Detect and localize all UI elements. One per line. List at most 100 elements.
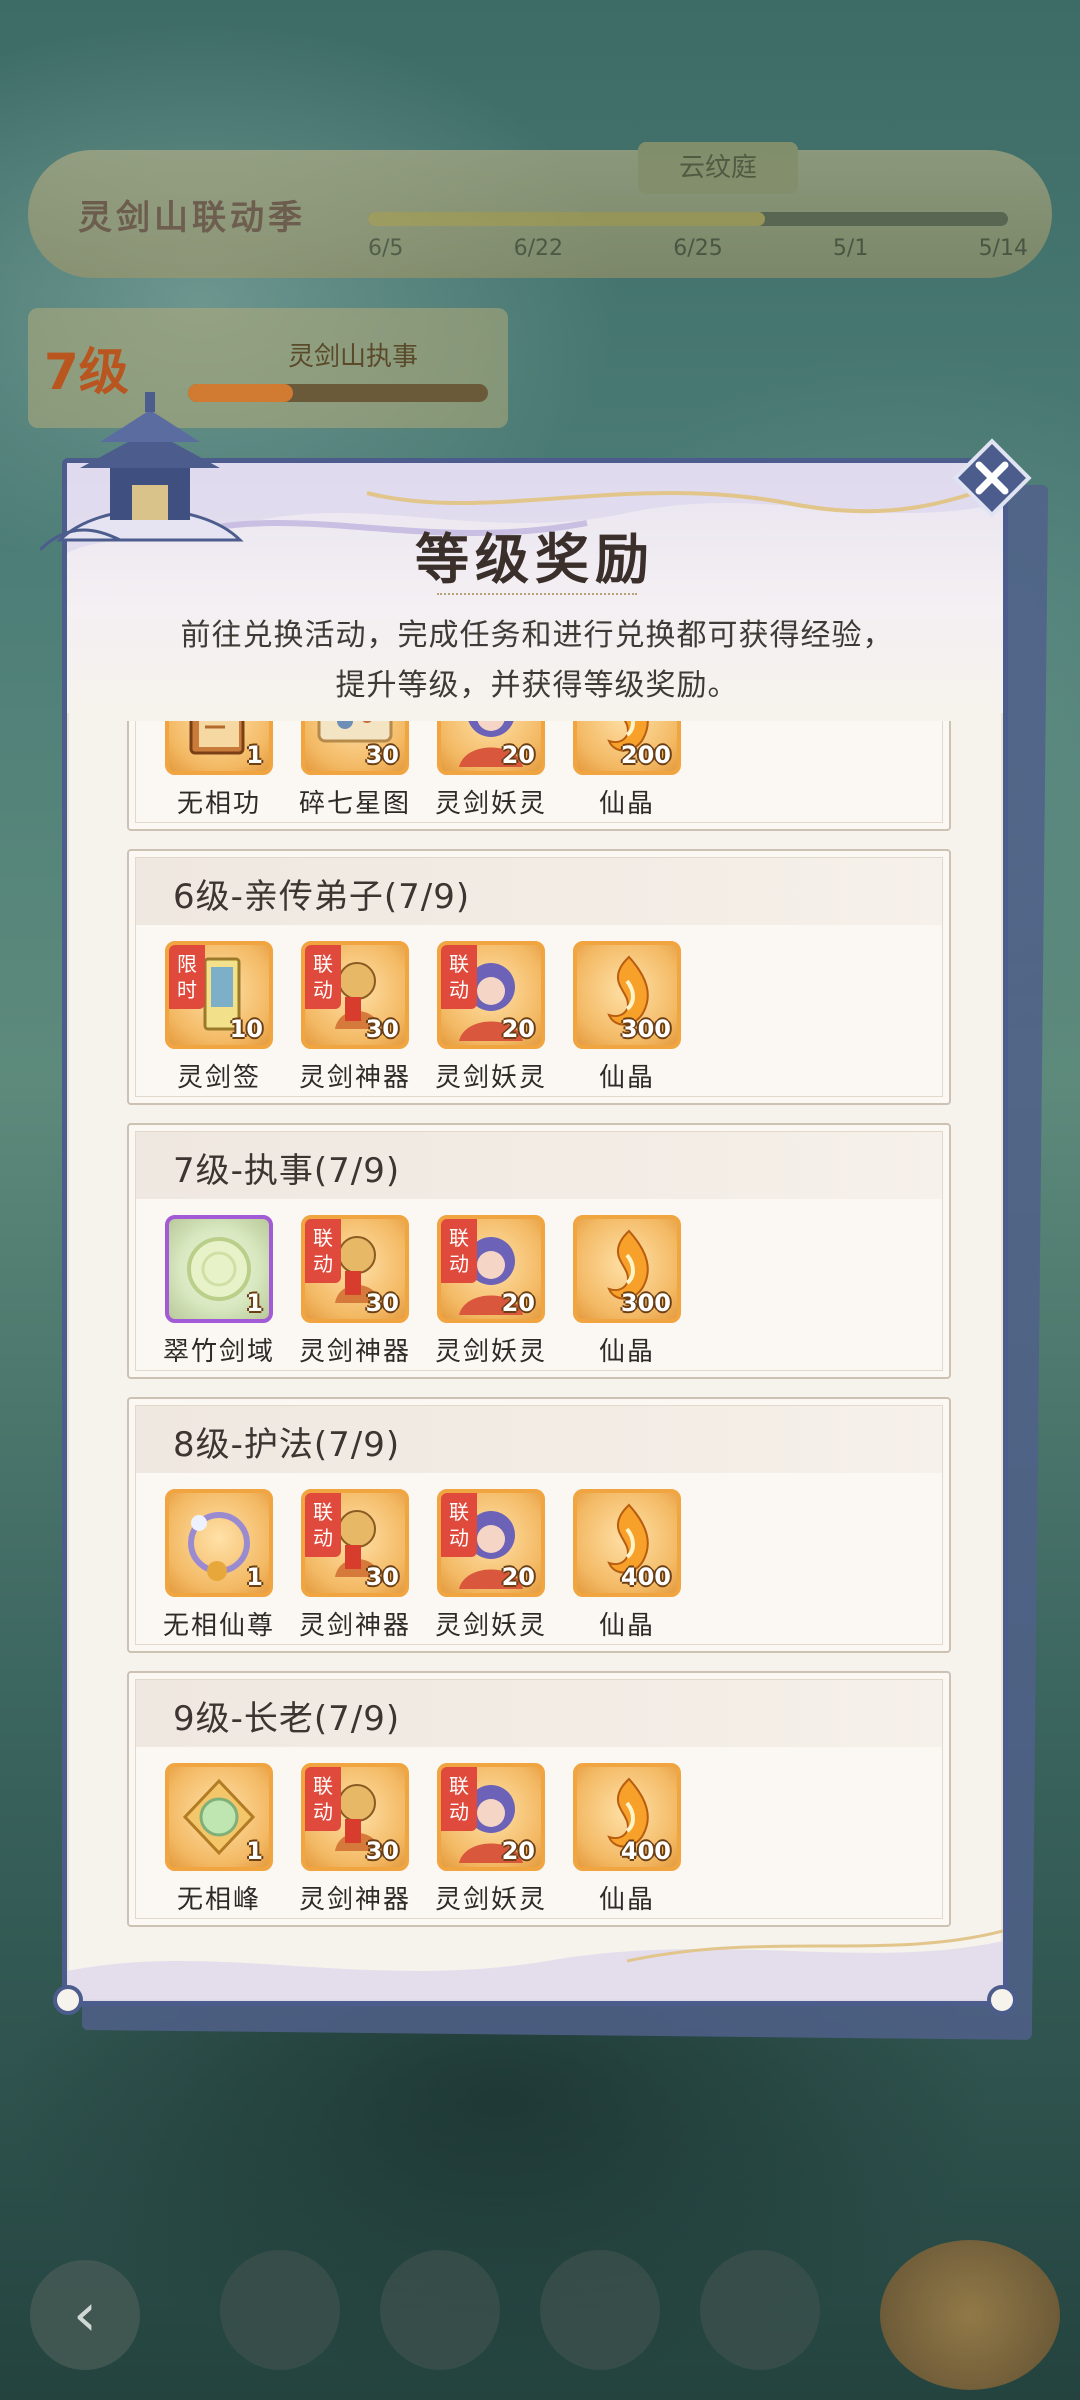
tier-header: 7级-执事(7/9) xyxy=(135,1131,943,1199)
item-quantity: 1 xyxy=(246,1563,263,1591)
tag-badge: 联动 xyxy=(441,1219,477,1283)
reward-item[interactable]: 300 仙晶 xyxy=(573,941,681,1094)
item-quantity: 10 xyxy=(229,1015,263,1043)
item-name: 无相功 xyxy=(176,789,261,819)
tag-badge: 联动 xyxy=(441,945,477,1009)
talisman-icon[interactable]: 限时 10 xyxy=(165,941,273,1049)
tag-badge: 联动 xyxy=(305,1219,341,1283)
reward-item[interactable]: 1 无相峰 xyxy=(165,1763,273,1916)
tick-label: 6/22 xyxy=(513,236,564,261)
bottom-nav: ‹ xyxy=(0,2230,1080,2400)
reward-item[interactable]: 联动 30 灵剑神器 xyxy=(299,1215,409,1368)
bottom-wave-decoration xyxy=(67,1929,1003,2001)
reward-item[interactable]: 联动 30 灵剑神器 xyxy=(299,1763,409,1916)
item-quantity: 30 xyxy=(365,1563,399,1591)
item-quantity: 20 xyxy=(501,1015,535,1043)
item-name: 无相仙尊 xyxy=(162,1611,275,1641)
flame-crystal-icon[interactable]: 300 xyxy=(573,1215,681,1323)
item-name: 碎七星图 xyxy=(298,789,411,819)
reward-tier-row: 9级-长老(7/9) 1 无相峰联动 30 灵剑神器联动 20 灵剑妖灵 400 仙晶 xyxy=(127,1671,951,1927)
item-name: 仙晶 xyxy=(598,1063,655,1093)
item-quantity: 20 xyxy=(501,1837,535,1865)
reward-item[interactable]: 400 仙晶 xyxy=(573,1763,681,1916)
item-quantity: 20 xyxy=(501,741,535,769)
item-quantity: 1 xyxy=(246,1837,263,1865)
item-name: 仙晶 xyxy=(598,789,655,819)
reward-item[interactable]: 1 无相功 xyxy=(165,721,273,820)
back-arrow-icon: ‹ xyxy=(30,2260,140,2370)
frame-corner xyxy=(53,1985,83,2015)
reward-item[interactable]: 200 仙晶 xyxy=(573,721,681,820)
item-quantity: 30 xyxy=(365,741,399,769)
flower-wreath-icon[interactable]: 1 xyxy=(165,1489,273,1597)
item-name: 灵剑签 xyxy=(176,1063,261,1093)
reward-item[interactable]: 联动 20 灵剑妖灵 xyxy=(435,1763,545,1916)
item-quantity: 1 xyxy=(246,1289,263,1317)
reward-item[interactable]: 30 碎七星图 xyxy=(299,721,409,820)
spirit-portrait-icon[interactable]: 联动 20 xyxy=(437,1215,545,1323)
divine-beast-icon[interactable]: 联动 30 xyxy=(301,1215,409,1323)
reward-items: 1 翠竹剑域 联动 30 灵剑神器 联动 20 灵剑妖灵 300 仙晶 xyxy=(163,1215,681,1368)
item-name: 灵剑妖灵 xyxy=(434,1337,547,1367)
item-quantity: 300 xyxy=(620,1015,671,1043)
rewards-list[interactable]: 1 无相功 30 碎七星图 20 灵剑妖灵 200 仙晶 6级-亲传弟子(7/9) 限时 10 灵剑签… xyxy=(127,721,955,1971)
reward-tier-row: 6级-亲传弟子(7/9) 限时 10 灵剑签 联动 30 灵剑神器 联动 20 灵剑妖灵 300 仙晶 xyxy=(127,849,951,1105)
book-icon[interactable]: 1 xyxy=(165,721,273,775)
divine-beast-icon[interactable]: 联动 30 xyxy=(301,941,409,1049)
item-quantity: 30 xyxy=(365,1837,399,1865)
item-name: 灵剑妖灵 xyxy=(434,789,547,819)
tier-title: 6级-亲传弟子(7/9) xyxy=(173,877,471,917)
close-icon[interactable] xyxy=(952,438,1032,518)
tag-badge: 联动 xyxy=(441,1767,477,1831)
description-line: 提升等级，并获得等级奖励。 xyxy=(335,668,739,703)
reward-tier-row: 7级-执事(7/9) 1 翠竹剑域 联动 30 灵剑神器 联动 20 灵剑妖灵 300 仙晶 xyxy=(127,1123,951,1379)
reward-item[interactable]: 300 仙晶 xyxy=(573,1215,681,1368)
reward-item[interactable]: 联动 20 灵剑妖灵 xyxy=(435,1489,545,1642)
reward-tier-row: 1 无相功 30 碎七星图 20 灵剑妖灵 200 仙晶 xyxy=(127,721,951,831)
reward-item[interactable]: 1 无相仙尊 xyxy=(163,1489,273,1642)
title-ornament xyxy=(437,583,637,595)
item-quantity: 400 xyxy=(620,1837,671,1865)
item-name: 灵剑神器 xyxy=(298,1611,411,1641)
reward-items: 1 无相功 30 碎七星图 20 灵剑妖灵 200 仙晶 xyxy=(165,721,681,820)
event-tag: 云纹庭 xyxy=(638,142,798,194)
divine-beast-icon[interactable]: 联动 30 xyxy=(301,1489,409,1597)
flame-crystal-icon[interactable]: 300 xyxy=(573,941,681,1049)
item-name: 灵剑神器 xyxy=(298,1063,411,1093)
activity-orb xyxy=(880,2240,1060,2390)
spirit-portrait-icon[interactable]: 20 xyxy=(437,721,545,775)
item-name: 灵剑妖灵 xyxy=(434,1611,547,1641)
jade-peak-icon[interactable]: 1 xyxy=(165,1763,273,1871)
reward-item[interactable]: 联动 20 灵剑妖灵 xyxy=(435,1215,545,1368)
level-rewards-dialog: 等级奖励 前往兑换活动，完成任务和进行兑换都可获得经验， 提升等级，并获得等级奖… xyxy=(53,458,1017,2015)
item-quantity: 30 xyxy=(365,1289,399,1317)
reward-item[interactable]: 20 灵剑妖灵 xyxy=(435,721,545,820)
jade-orb-icon[interactable]: 1 xyxy=(165,1215,273,1323)
item-quantity: 30 xyxy=(365,1015,399,1043)
nav-button xyxy=(380,2250,500,2370)
reward-item[interactable]: 联动 20 灵剑妖灵 xyxy=(435,941,545,1094)
reward-item[interactable]: 1 翠竹剑域 xyxy=(163,1215,273,1368)
spirit-portrait-icon[interactable]: 联动 20 xyxy=(437,941,545,1049)
divine-beast-icon[interactable]: 联动 30 xyxy=(301,1763,409,1871)
item-name: 灵剑神器 xyxy=(298,1337,411,1367)
event-progress-track xyxy=(368,212,1008,226)
tag-badge: 联动 xyxy=(305,945,341,1009)
flame-crystal-icon[interactable]: 200 xyxy=(573,721,681,775)
spirit-portrait-icon[interactable]: 联动 20 xyxy=(437,1489,545,1597)
frame-corner xyxy=(987,1985,1017,2015)
tier-title: 7级-执事(7/9) xyxy=(173,1151,401,1191)
item-quantity: 20 xyxy=(501,1563,535,1591)
tag-badge: 联动 xyxy=(305,1493,341,1557)
reward-item[interactable]: 联动 30 灵剑神器 xyxy=(299,941,409,1094)
reward-item[interactable]: 限时 10 灵剑签 xyxy=(165,941,273,1094)
description-line: 前往兑换活动，完成任务和进行兑换都可获得经验， xyxy=(180,618,894,653)
flame-crystal-icon[interactable]: 400 xyxy=(573,1763,681,1871)
tick-label: 6/25 xyxy=(673,236,723,261)
reward-item[interactable]: 联动 30 灵剑神器 xyxy=(299,1489,409,1642)
reward-item[interactable]: 400 仙晶 xyxy=(573,1489,681,1642)
tier-header: 8级-护法(7/9) xyxy=(135,1405,943,1473)
spirit-portrait-icon[interactable]: 联动 20 xyxy=(437,1763,545,1871)
flame-crystal-icon[interactable]: 400 xyxy=(573,1489,681,1597)
scroll-map-icon[interactable]: 30 xyxy=(301,721,409,775)
